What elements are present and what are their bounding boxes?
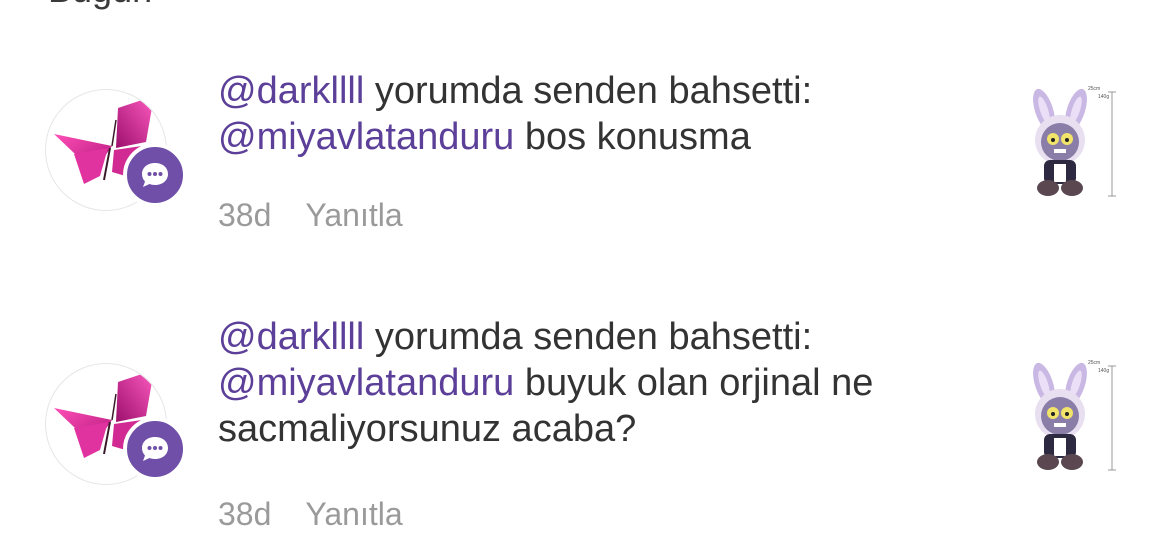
notification-line-1: @darkllll yorumda senden bahsetti: bbox=[218, 314, 978, 360]
section-header-today: Bugün bbox=[48, 0, 152, 10]
thumb-size-label: 25cm bbox=[1088, 86, 1100, 92]
timestamp: 38d bbox=[218, 197, 272, 233]
action-text: yorumda senden bahsetti: bbox=[374, 70, 813, 112]
comment-bubble-icon bbox=[142, 437, 168, 461]
notification-meta: 38d Yanıtla bbox=[218, 197, 403, 233]
comment-text: bos konusma bbox=[524, 116, 751, 158]
avatar-container[interactable] bbox=[45, 363, 187, 485]
notification-text[interactable]: @darkllll yorumda senden bahsetti: @miya… bbox=[218, 68, 978, 160]
notification-item[interactable]: @darkllll yorumda senden bahsetti: @miya… bbox=[0, 306, 1170, 556]
comment-badge bbox=[123, 417, 187, 481]
reply-button[interactable]: Yanıtla bbox=[305, 496, 402, 532]
action-text: yorumda senden bahsetti: bbox=[374, 316, 813, 358]
notification-line-3: sacmaliyorsunuz acaba? bbox=[218, 406, 978, 452]
comment-text: buyuk olan orjinal ne bbox=[524, 362, 874, 404]
notification-line-1: @darkllll yorumda senden bahsetti: bbox=[218, 68, 978, 114]
comment-bubble-icon bbox=[142, 163, 168, 187]
notification-line-2: @miyavlatanduru bos konusma bbox=[218, 114, 978, 160]
notification-text[interactable]: @darkllll yorumda senden bahsetti: @miya… bbox=[218, 314, 978, 452]
author-link[interactable]: @darkllll bbox=[218, 70, 364, 112]
mention-link[interactable]: @miyavlatanduru bbox=[218, 116, 514, 158]
thumb-size-label: 25cm bbox=[1088, 360, 1100, 366]
comment-text-continued: sacmaliyorsunuz acaba? bbox=[218, 408, 637, 450]
author-link[interactable]: @darkllll bbox=[218, 316, 364, 358]
thumb-weight-label: 140g bbox=[1098, 368, 1109, 374]
thumb-weight-label: 140g bbox=[1098, 94, 1109, 100]
timestamp: 38d bbox=[218, 496, 272, 532]
notification-item[interactable]: @darkllll yorumda senden bahsetti: @miya… bbox=[0, 60, 1170, 260]
avatar-container[interactable] bbox=[45, 89, 187, 211]
post-thumbnail[interactable]: 25cm 140g bbox=[1018, 84, 1122, 208]
comment-badge bbox=[123, 143, 187, 207]
post-thumbnail[interactable]: 25cm 140g bbox=[1018, 358, 1122, 482]
notification-line-2: @miyavlatanduru buyuk olan orjinal ne bbox=[218, 360, 978, 406]
reply-button[interactable]: Yanıtla bbox=[305, 197, 402, 233]
plush-toy-image: 25cm 140g bbox=[1033, 360, 1116, 471]
notification-meta: 38d Yanıtla bbox=[218, 496, 403, 532]
mention-link[interactable]: @miyavlatanduru bbox=[218, 362, 514, 404]
plush-toy-image: 25cm 140g bbox=[1033, 86, 1116, 197]
